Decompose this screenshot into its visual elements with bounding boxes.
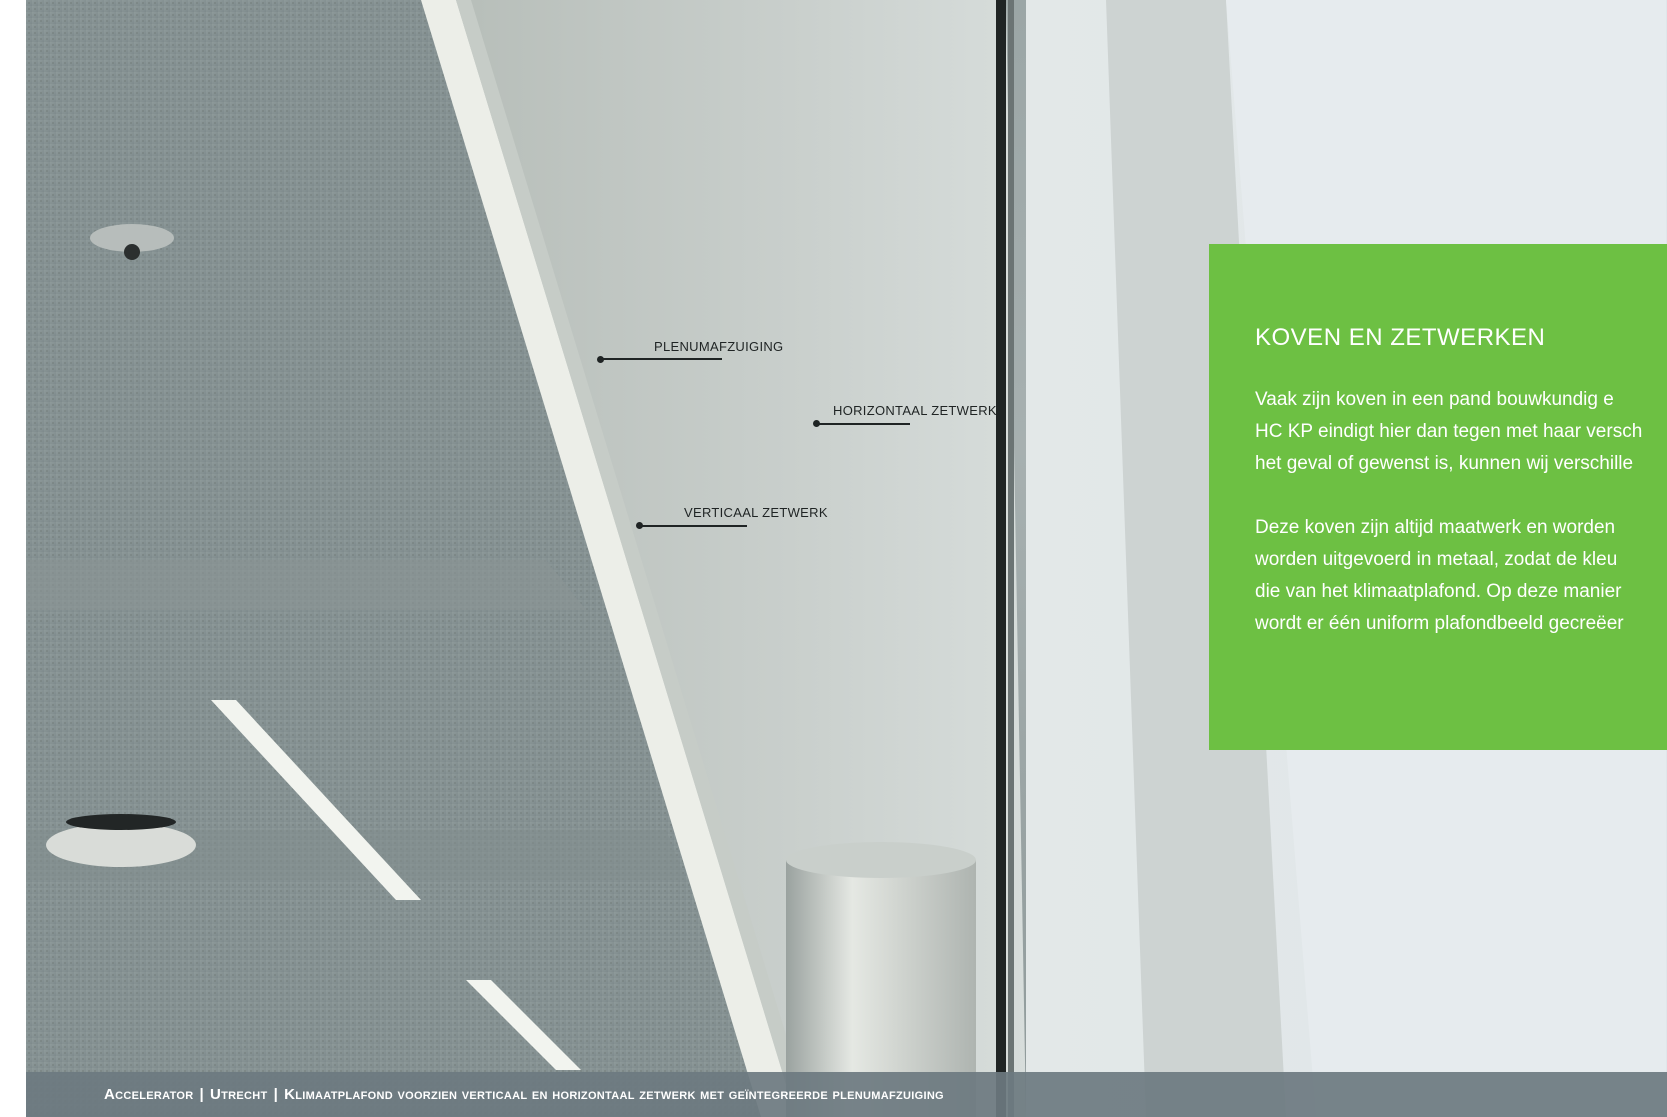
panel-paragraph-2-line: wordt er één uniform plafondbeeld gecreë…: [1255, 613, 1624, 634]
caption-bar: Accelerator | Utrecht | Klimaatplafond voorz…: [26, 1072, 1667, 1117]
callout-label-horizontal: HORIZONTAAL ZETWERK: [833, 403, 997, 418]
panel-paragraph-1-line: HC KP eindigt hier dan tegen met haar ve…: [1255, 421, 1643, 442]
info-panel: KOVEN EN ZETWERKEN Vaak zijn koven in ee…: [1209, 244, 1667, 750]
panel-title: KOVEN EN ZETWERKEN: [1255, 324, 1546, 351]
callout-line-plenum: [600, 358, 722, 360]
panel-paragraph-2-line: die van het klimaatplafond. Op deze mani…: [1255, 581, 1622, 602]
panel-paragraph-1-line: Vaak zijn koven in een pand bouwkundig e: [1255, 389, 1614, 410]
panel-paragraph-2-line: worden uitgevoerd in metaal, zodat de kl…: [1255, 549, 1618, 570]
callout-line-vertical: [639, 525, 747, 527]
caption-city: Utrecht: [210, 1086, 268, 1103]
callout-label-vertical: VERTICAAL ZETWERK: [684, 505, 828, 520]
caption-description: Klimaatplafond voorzien verticaal en hor…: [284, 1086, 944, 1103]
panel-paragraph-2-line: Deze koven zijn altijd maatwerk en worde…: [1255, 517, 1616, 538]
caption-project: Accelerator: [104, 1086, 194, 1103]
caption-separator: |: [199, 1086, 205, 1103]
panel-paragraph-1: Vaak zijn koven in een pand bouwkundig e…: [1255, 384, 1667, 480]
callout-label-plenum: PLENUMAFZUIGING: [654, 339, 784, 354]
photo-caption: Accelerator | Utrecht | Klimaatplafond voorz…: [104, 1086, 944, 1103]
caption-separator: |: [273, 1086, 279, 1103]
brochure-page: PLENUMAFZUIGING HORIZONTAAL ZETWERK VERT…: [0, 0, 1667, 1117]
panel-paragraph-1-line: het geval of gewenst is, kunnen wij vers…: [1255, 453, 1634, 474]
callout-line-horizontal: [816, 423, 910, 425]
panel-paragraph-2: Deze koven zijn altijd maatwerk en worde…: [1255, 512, 1667, 640]
